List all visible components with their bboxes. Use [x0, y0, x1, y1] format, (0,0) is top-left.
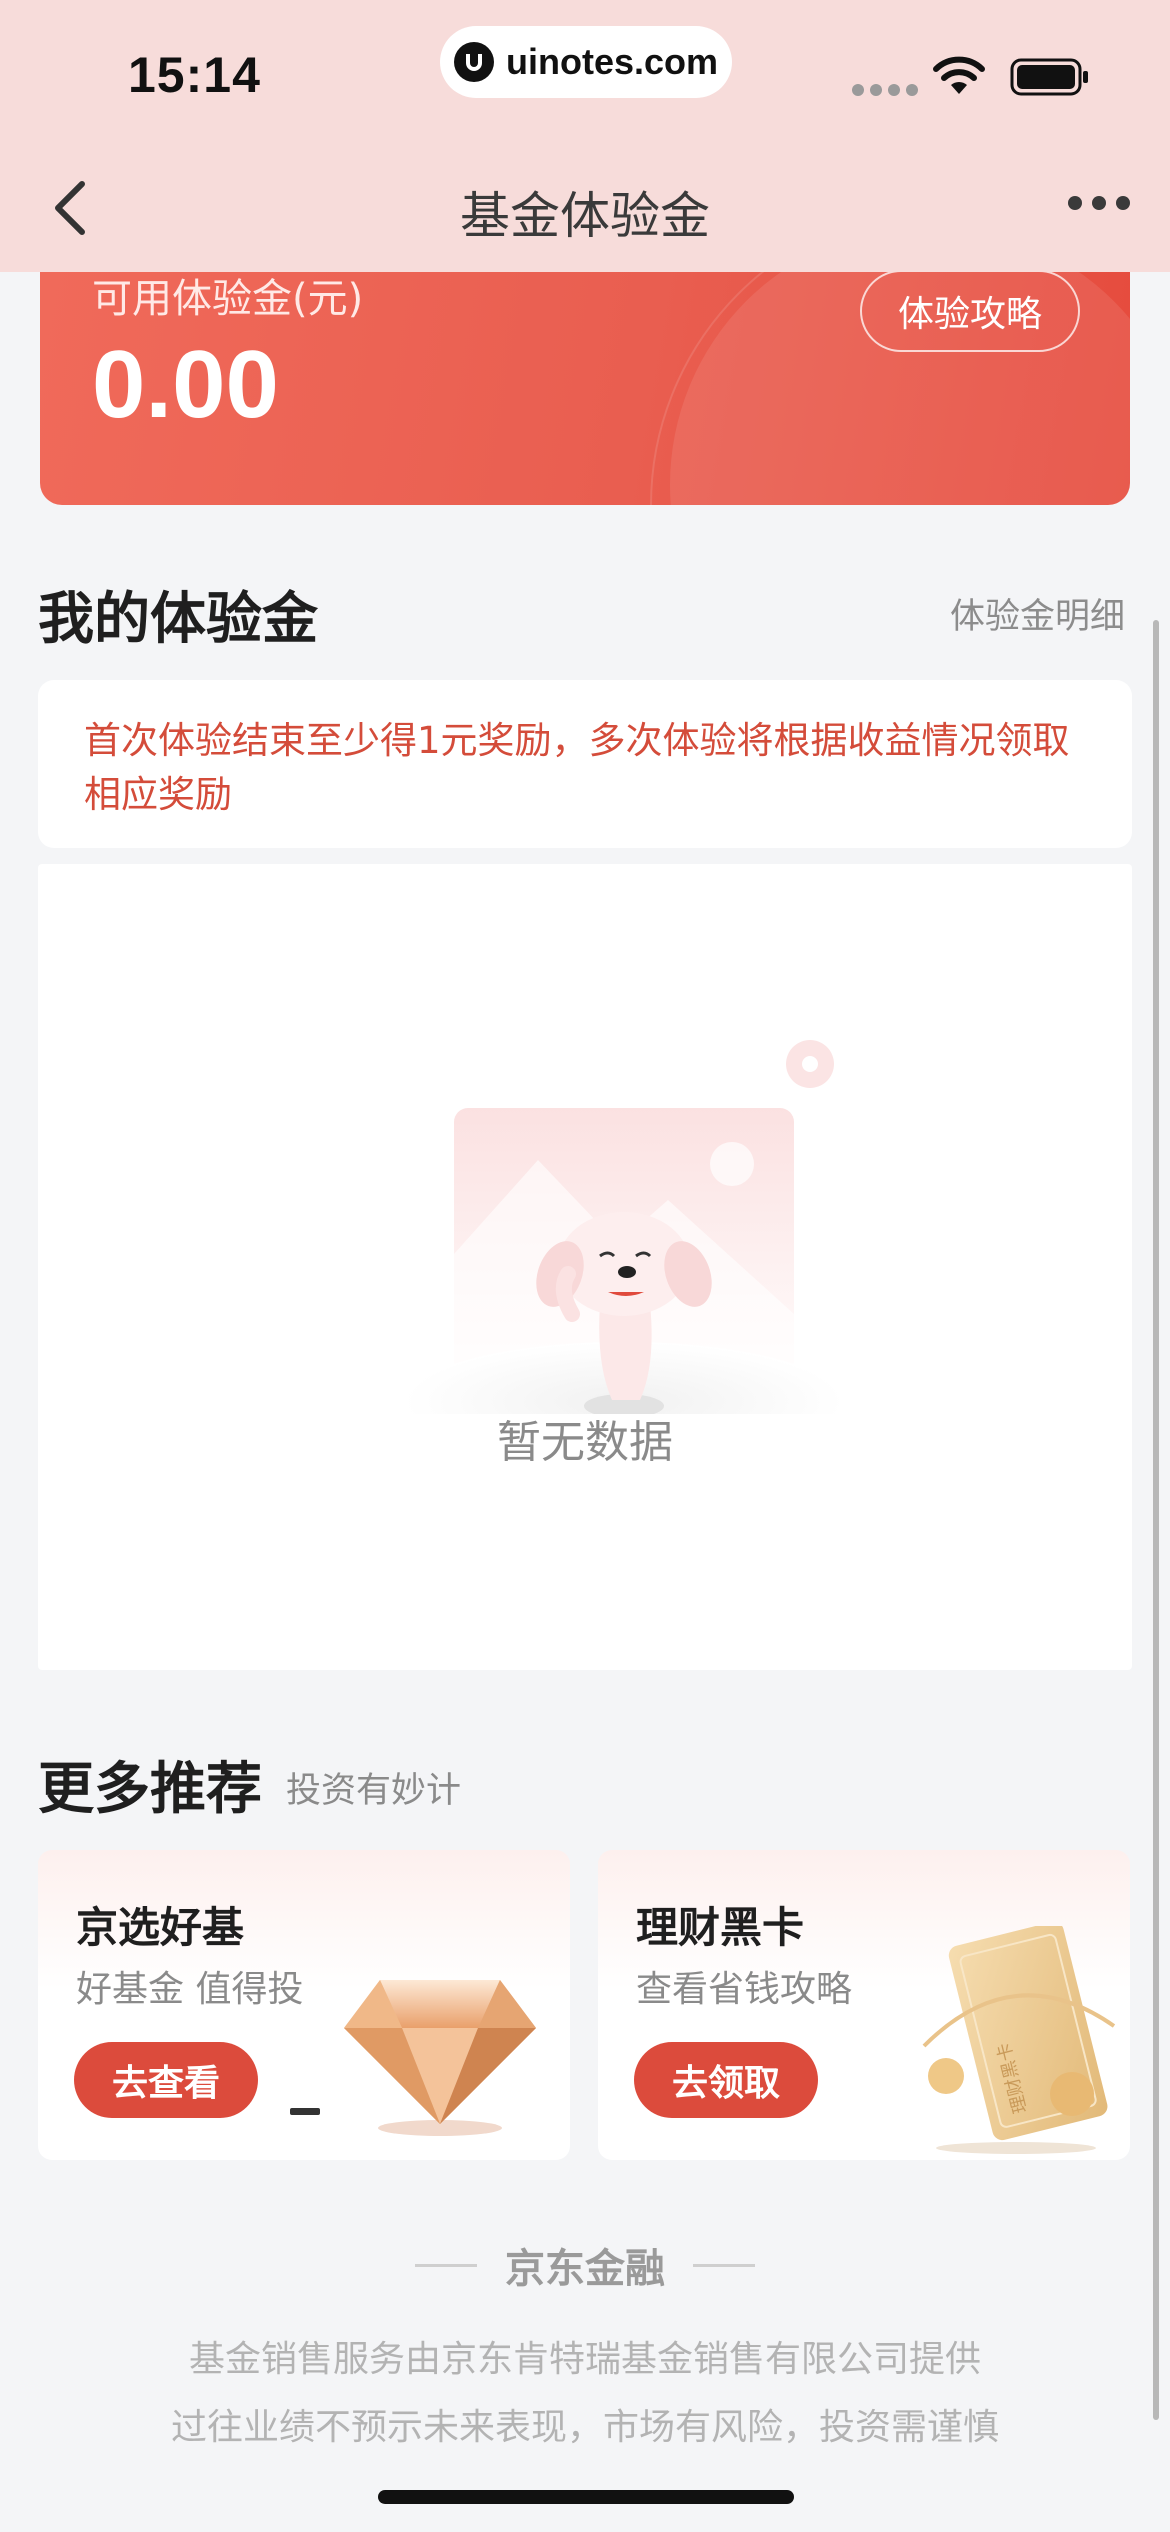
recommend-title: 更多推荐	[38, 1757, 262, 1822]
footer-brand-name: 京东金融	[505, 2246, 665, 2292]
recommend-subtitle: 投资有妙计	[286, 1771, 462, 1811]
my-section-title: 我的体验金	[38, 587, 318, 652]
rec-card-title: 京选好基	[76, 1903, 245, 1952]
view-button[interactable]: 去查看	[74, 2042, 258, 2118]
detail-link[interactable]: 体验金明细	[950, 588, 1125, 639]
rec-card-title: 理财黑卡	[636, 1903, 805, 1952]
url-pill[interactable]: uinotes.com	[440, 26, 732, 98]
home-indicator[interactable]	[378, 2490, 794, 2504]
divider	[290, 2108, 320, 2115]
balance-value: 0.00	[92, 331, 279, 438]
status-time: 15:14	[128, 47, 261, 103]
footer-brand: 京东金融	[0, 2236, 1170, 2294]
wifi-icon	[933, 56, 985, 94]
site-logo-icon	[453, 42, 494, 82]
recommend-card-blackcard[interactable]: 理财黑卡 查看省钱攻略 去领取 理财黑卡	[598, 1850, 1130, 2160]
divider	[415, 2263, 477, 2267]
footer-disclaimer-2: 过往业绩不预示未来表现，市场有风险，投资需谨慎	[170, 2407, 999, 2448]
scrollbar[interactable]	[1153, 620, 1159, 2420]
empty-state-card: 暂无数据	[38, 864, 1132, 1670]
footer-disclaimer-1: 基金销售服务由京东肯特瑞基金销售有限公司提供	[188, 2339, 981, 2380]
empty-state-dog-icon	[404, 1040, 844, 1414]
top-bar: 15:14 uinotes.com 基金体验金	[0, 0, 1170, 272]
strategy-button[interactable]: 体验攻略	[860, 270, 1080, 352]
cellular-signal-icon	[852, 84, 918, 96]
rec-card-subtitle: 好基金 值得投	[76, 1969, 304, 2010]
claim-button[interactable]: 去领取	[634, 2042, 818, 2118]
rec-card-subtitle: 查看省钱攻略	[636, 1969, 853, 2010]
divider	[693, 2263, 755, 2267]
url-text: uinotes.com	[505, 41, 719, 82]
balance-label: 可用体验金(元)	[92, 276, 364, 322]
empty-state-text: 暂无数据	[497, 1417, 673, 1468]
card-icon: 理财黑卡	[922, 1926, 1116, 2154]
battery-icon	[1010, 58, 1088, 96]
notice-text: 首次体验结束至少得1元奖励，多次体验将根据收益情况领取相应奖励	[84, 719, 1070, 816]
diamond-icon	[344, 1980, 536, 2136]
notice-card: 首次体验结束至少得1元奖励，多次体验将根据收益情况领取相应奖励	[38, 680, 1132, 848]
page-title: 基金体验金	[460, 187, 710, 245]
recommend-card-fund[interactable]: 京选好基 好基金 值得投 去查看	[38, 1850, 570, 2160]
more-options-icon[interactable]	[1068, 196, 1130, 210]
